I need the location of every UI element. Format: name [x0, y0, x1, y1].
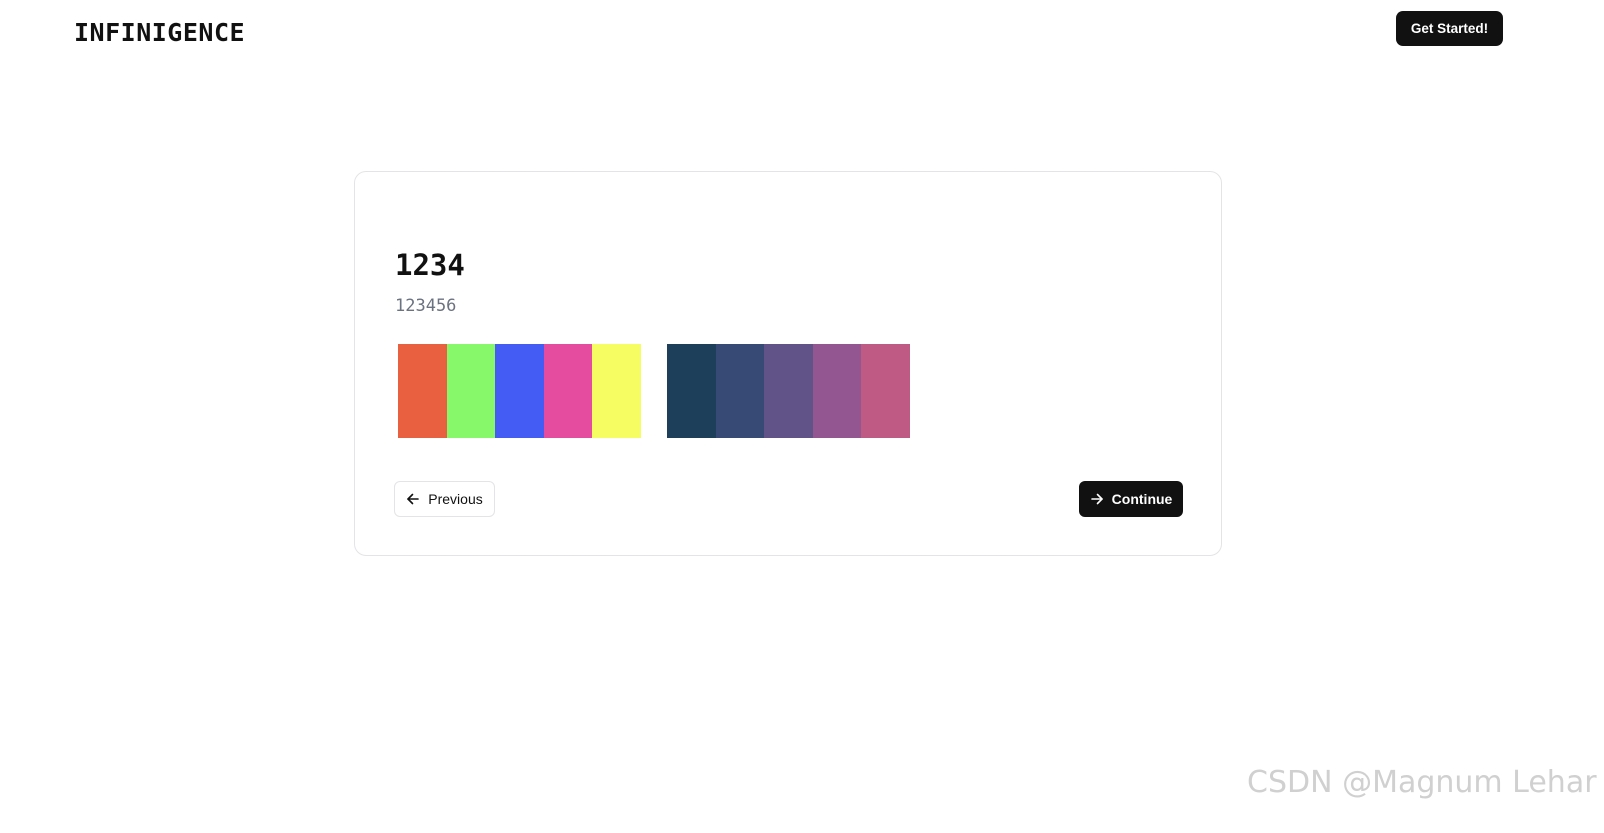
color-swatch	[812, 344, 861, 438]
color-swatch	[764, 344, 813, 438]
color-swatch	[715, 344, 764, 438]
arrow-right-icon	[1090, 492, 1104, 506]
color-swatch	[667, 344, 716, 438]
previous-label: Previous	[428, 491, 483, 507]
color-swatch	[861, 344, 910, 438]
color-swatch	[446, 344, 495, 438]
get-started-button[interactable]: Get Started!	[1396, 11, 1503, 46]
page: INFINIGENCE Get Started! 1234 123456 Pre…	[0, 0, 1604, 833]
watermark: CSDN @Magnum Lehar	[1247, 765, 1597, 800]
color-palette-2[interactable]	[667, 344, 910, 438]
brand-logo[interactable]: INFINIGENCE	[74, 13, 245, 45]
color-swatch	[398, 344, 447, 438]
palette-card: 1234 123456 Previous Continue	[354, 171, 1222, 556]
continue-label: Continue	[1111, 491, 1173, 507]
arrow-left-icon	[406, 492, 420, 506]
previous-button[interactable]: Previous	[394, 481, 495, 517]
color-swatch	[543, 344, 592, 438]
color-palette-1[interactable]	[398, 344, 641, 438]
color-swatch	[592, 344, 641, 438]
logo-text: INFINIGENCE	[74, 18, 246, 47]
continue-button[interactable]: Continue	[1079, 481, 1183, 517]
palette-subtitle: 123456	[395, 296, 457, 316]
palette-title: 1234	[395, 248, 465, 282]
color-swatch	[495, 344, 544, 438]
